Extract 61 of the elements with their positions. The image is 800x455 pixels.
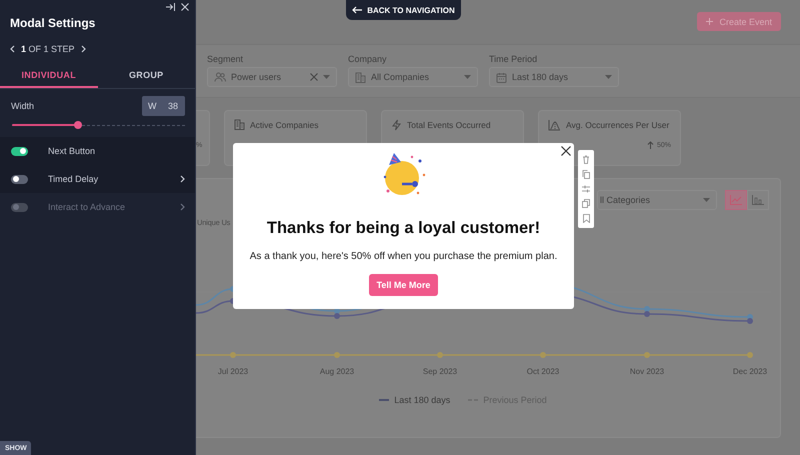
axis-label: Dec 2023 — [732, 367, 768, 376]
width-label: Width — [11, 101, 34, 111]
filter-label: Segment — [207, 54, 244, 64]
panel-title: Modal Settings — [9, 15, 96, 30]
create-event-button[interactable]: Create Event — [697, 12, 781, 31]
plus-icon — [706, 18, 714, 25]
axis-label: Aug 2023 — [320, 367, 354, 376]
stat-title: Avg. Occurrences Per User — [566, 120, 670, 130]
collapse-icon[interactable] — [166, 3, 175, 11]
axis-label: Oct 2023 — [526, 367, 560, 376]
toggle-switch[interactable] — [11, 146, 28, 156]
arrow-left-icon — [352, 6, 362, 14]
sliders-icon[interactable] — [582, 185, 590, 193]
calendar-icon — [496, 72, 507, 82]
modal-message: As a thank you, here's 50% off when you purchase the premium plan. — [250, 251, 558, 262]
dropdown[interactable]: All Companies — [348, 67, 478, 87]
tell-me-more-button[interactable]: Tell Me More — [368, 274, 438, 296]
solid-line-icon — [379, 399, 390, 401]
axis-label: Nov 2023 — [630, 367, 664, 376]
building-icon — [355, 72, 366, 82]
curve-chart-icon — [548, 119, 561, 131]
clear-icon[interactable] — [310, 73, 318, 81]
back-to-navigation-button[interactable]: BACK TO NAVIGATION — [346, 0, 461, 20]
close-icon[interactable] — [181, 3, 189, 11]
copy-icon[interactable] — [582, 170, 590, 179]
bar-chart-icon — [752, 195, 764, 205]
step-counter: 1 OF 1 STEP — [21, 44, 75, 54]
bookmark-icon[interactable] — [582, 214, 590, 223]
next-step-icon[interactable] — [80, 45, 86, 53]
filter-label: Company — [348, 54, 388, 64]
stat-title: Active Companies — [250, 120, 319, 130]
option-label: Timed Delay — [48, 174, 100, 184]
caret-icon — [323, 75, 330, 79]
modal-title: Thanks for being a loyal customer! — [266, 219, 540, 238]
duplicate-icon[interactable] — [582, 199, 590, 208]
option-label: Interact to Advance — [48, 202, 126, 212]
legend-label[interactable]: Last 180 days — [394, 395, 450, 405]
option-label: Next Button — [48, 146, 96, 156]
filter-label: Time Period — [489, 54, 538, 64]
line-chart-icon — [730, 195, 742, 205]
caret-icon — [464, 75, 471, 79]
trash-icon[interactable] — [582, 155, 590, 164]
dropdown[interactable]: Power users — [207, 67, 337, 87]
toggle-switch[interactable] — [11, 174, 28, 184]
users-icon — [214, 72, 226, 82]
close-icon — [561, 146, 571, 156]
tab[interactable]: INDIVIDUAL — [0, 66, 98, 88]
stat-title: Total Events Occurred — [407, 120, 491, 130]
dropdown[interactable]: Last 180 days — [489, 67, 619, 87]
previous-step-icon[interactable] — [10, 45, 15, 53]
width-input[interactable]: W 38 — [142, 96, 185, 116]
arrow-up-icon — [646, 141, 654, 149]
caret-icon — [703, 198, 710, 202]
tab[interactable]: GROUP — [98, 66, 195, 88]
building-icon — [234, 119, 245, 130]
axis-label: Sep 2023 — [422, 367, 458, 376]
close-button[interactable] — [561, 146, 571, 156]
slider-thumb[interactable] — [74, 121, 82, 129]
lightning-icon — [391, 119, 402, 131]
caret-icon — [605, 75, 612, 79]
axis-label: Jul 2023 — [218, 367, 248, 376]
